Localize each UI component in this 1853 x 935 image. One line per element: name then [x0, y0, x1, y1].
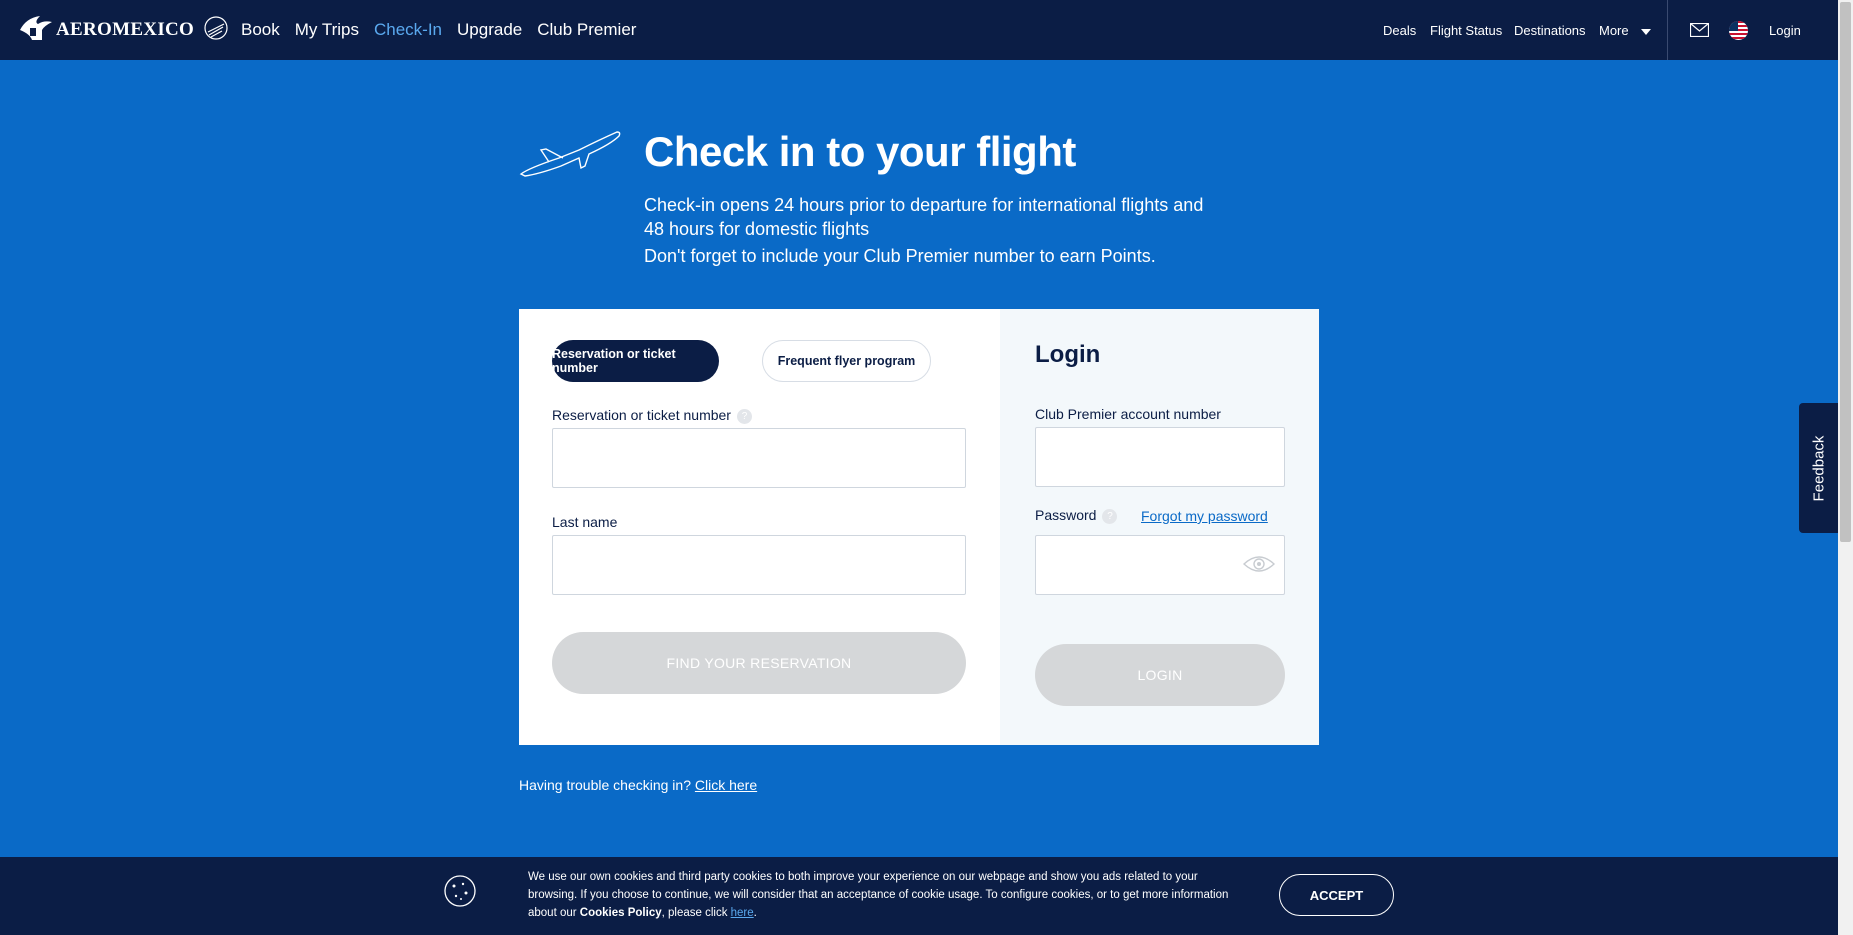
- account-number-label: Club Premier account number: [1035, 406, 1221, 422]
- cookie-here-link[interactable]: here: [731, 907, 754, 919]
- header-divider: [1667, 0, 1668, 60]
- help-icon[interactable]: ?: [1102, 508, 1118, 524]
- login-panel-title: Login: [1035, 341, 1101, 368]
- header-login-link[interactable]: Login: [1769, 23, 1801, 38]
- nav-upgrade[interactable]: Upgrade: [457, 20, 522, 40]
- nav-club-premier[interactable]: Club Premier: [537, 20, 636, 40]
- airplane-icon: [519, 131, 621, 177]
- nav-destinations[interactable]: Destinations: [1514, 23, 1586, 38]
- feedback-label: Feedback: [1810, 435, 1827, 501]
- nav-more-label: More: [1599, 23, 1629, 38]
- cookie-banner: We use our own cookies and third party c…: [0, 857, 1838, 935]
- find-reservation-button[interactable]: FIND YOUR RESERVATION: [552, 632, 966, 694]
- trouble-click-here-link[interactable]: Click here: [695, 777, 757, 793]
- skyteam-icon: [204, 16, 228, 40]
- help-icon[interactable]: ?: [736, 408, 752, 424]
- accept-cookies-button[interactable]: ACCEPT: [1279, 874, 1394, 916]
- page-scrollbar[interactable]: [1838, 0, 1853, 935]
- cookie-notice-text: We use our own cookies and third party c…: [528, 868, 1238, 922]
- login-button[interactable]: LOGIN: [1035, 644, 1285, 706]
- reservation-field-label: Reservation or ticket number?: [552, 407, 752, 424]
- nav-my-trips[interactable]: My Trips: [295, 20, 359, 40]
- checkin-window-info: Check-in opens 24 hours prior to departu…: [644, 195, 1204, 239]
- lastname-field-label: Last name: [552, 514, 618, 530]
- club-premier-account-input[interactable]: [1035, 427, 1285, 487]
- eagle-knight-icon: [20, 16, 52, 40]
- reservation-number-input[interactable]: [552, 428, 966, 488]
- eye-icon[interactable]: [1242, 552, 1276, 576]
- caret-down-icon: [1641, 28, 1652, 35]
- tab-frequent-flyer[interactable]: Frequent flyer program: [762, 340, 931, 382]
- trouble-text: Having trouble checking in?: [519, 777, 691, 793]
- cookie-text-mid: , please click: [661, 907, 731, 919]
- password-label-text: Password: [1035, 507, 1097, 523]
- mail-icon[interactable]: [1690, 23, 1709, 37]
- aeromexico-logo[interactable]: AEROMEXICO: [18, 14, 230, 42]
- reservation-label-text: Reservation or ticket number: [552, 407, 731, 423]
- feedback-tab[interactable]: Feedback: [1799, 403, 1838, 533]
- tab-reservation-number[interactable]: Reservation or ticket number: [552, 340, 719, 382]
- trouble-checking-in: Having trouble checking in? Click here: [519, 777, 757, 793]
- top-navigation-bar: AEROMEXICO Book My Trips Check-In Upgrad…: [0, 0, 1838, 60]
- logo-wordmark: AEROMEXICO: [56, 19, 195, 40]
- cookie-policy-name: Cookies Policy: [579, 907, 662, 919]
- cookie-text-end: .: [753, 907, 757, 919]
- nav-flight-status[interactable]: Flight Status: [1430, 23, 1502, 38]
- nav-more[interactable]: More: [1599, 23, 1652, 38]
- forgot-password-link[interactable]: Forgot my password: [1141, 508, 1268, 524]
- checkin-card: Reservation or ticket number Frequent fl…: [519, 309, 1319, 745]
- nav-book[interactable]: Book: [241, 20, 280, 40]
- main-nav: Book My Trips Check-In Upgrade Club Prem…: [241, 20, 651, 40]
- last-name-input[interactable]: [552, 535, 966, 595]
- us-flag-icon[interactable]: [1729, 21, 1748, 40]
- page-title: Check in to your flight: [644, 128, 1076, 175]
- cookie-icon: [444, 875, 476, 907]
- password-field-label: Password?: [1035, 507, 1118, 524]
- nav-check-in[interactable]: Check-In: [374, 20, 442, 40]
- scrollbar-thumb[interactable]: [1840, 2, 1851, 542]
- nav-deals[interactable]: Deals: [1383, 23, 1416, 38]
- club-premier-reminder: Don't forget to include your Club Premie…: [644, 246, 1156, 266]
